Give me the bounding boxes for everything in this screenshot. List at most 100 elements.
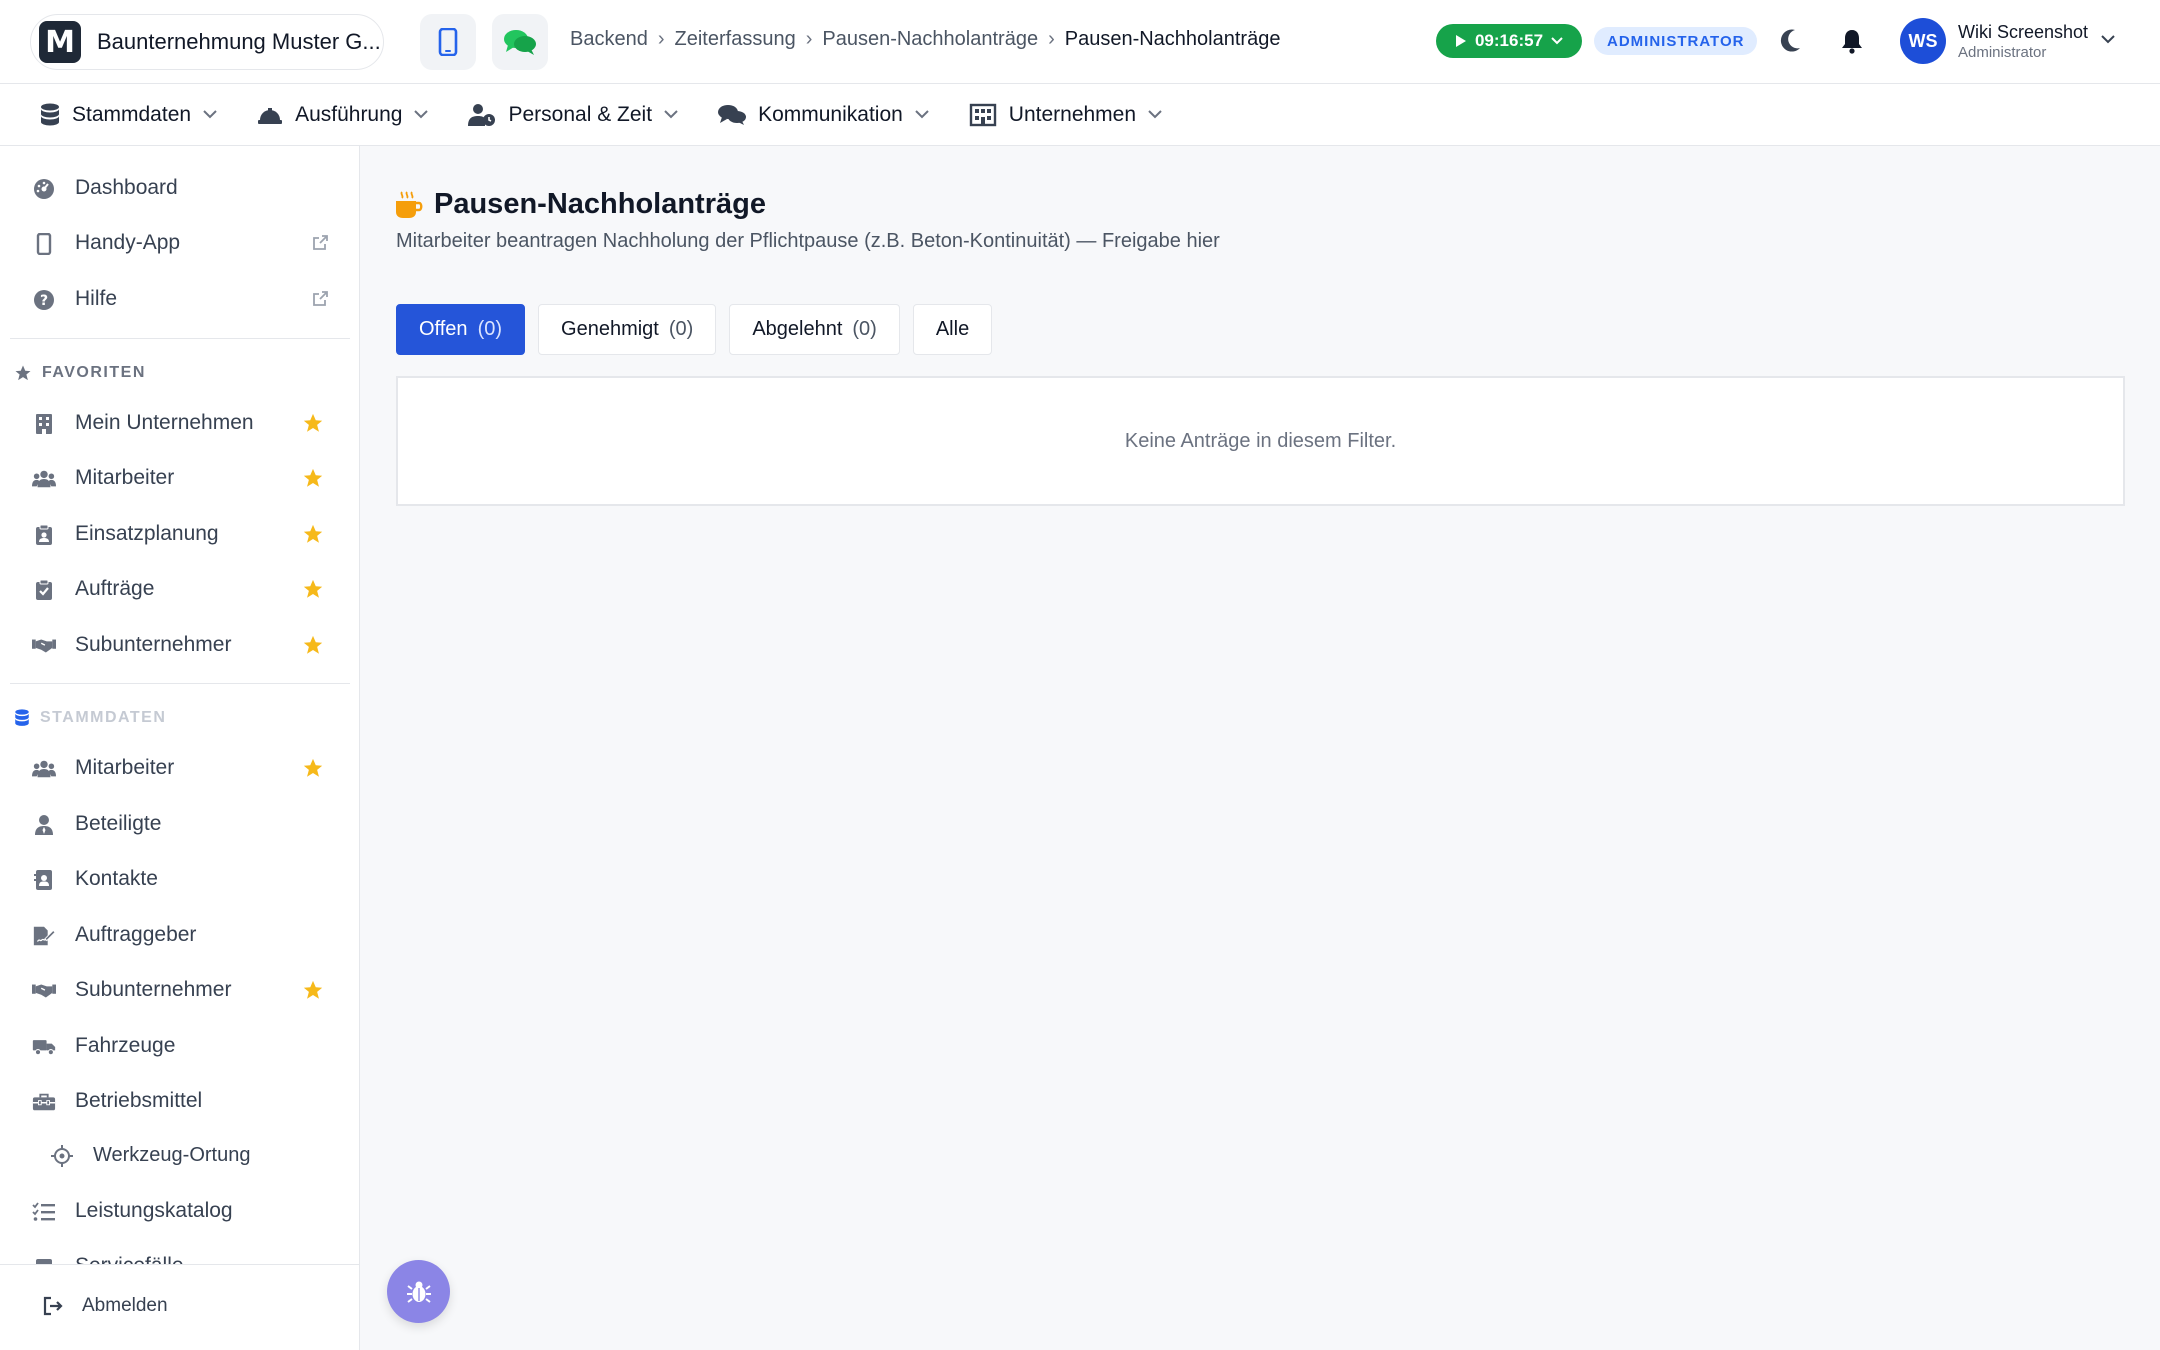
star-icon[interactable] (302, 523, 324, 545)
sidebar-item-mitarbeiter[interactable]: Mitarbeiter (0, 746, 359, 790)
sidebar-item-werkzeug-ortung[interactable]: Werkzeug-Ortung (0, 1133, 359, 1177)
clipboard-user-icon (36, 524, 52, 545)
sidebar-item-beteiligte[interactable]: Beteiligte (0, 802, 359, 846)
sidebar-item-subunternehmer[interactable]: Subunternehmer (0, 623, 359, 667)
chevron-down-icon (915, 110, 929, 119)
star-icon[interactable] (302, 634, 324, 656)
sidebar-item-label: Einsatzplanung (75, 522, 219, 545)
star-icon[interactable] (302, 412, 324, 434)
user-clock-icon (468, 103, 496, 126)
sidebar-item-subunternehmer[interactable]: Subunternehmer (0, 968, 359, 1012)
sidebar-item-label: Subunternehmer (75, 633, 232, 656)
sidebar-item-einsatzplanung[interactable]: Einsatzplanung (0, 512, 359, 556)
breadcrumb-item[interactable]: Backend (570, 28, 648, 51)
sidebar-item-mein-unternehmen[interactable]: Mein Unternehmen (0, 401, 359, 445)
sidebar-item-auftraggeber[interactable]: Auftraggeber (0, 913, 359, 957)
time-tracking-timer[interactable]: 09:16:57 (1436, 24, 1582, 58)
star-icon[interactable] (302, 757, 324, 779)
sidebar-item-label: Leistungskatalog (75, 1199, 233, 1222)
chevron-right-icon: › (805, 28, 813, 50)
star-icon[interactable] (302, 467, 324, 489)
nav-stammdaten[interactable]: Stammdaten (40, 103, 217, 127)
chevron-down-icon[interactable] (2100, 34, 2116, 44)
comments-icon (718, 104, 747, 125)
moon-icon[interactable] (1778, 26, 1804, 56)
logout-button[interactable]: Abmelden (42, 1295, 168, 1317)
chat-button[interactable] (492, 14, 548, 70)
star-icon (15, 365, 31, 381)
page-subtitle: Mitarbeiter beantragen Nachholung der Pf… (396, 230, 1220, 252)
handshake-icon (32, 984, 56, 998)
sidebar-item-betriebsmittel[interactable]: Betriebsmittel (0, 1079, 359, 1123)
tab-offen[interactable]: Offen (0) (396, 304, 526, 355)
nav-kommunikation[interactable]: Kommunikation (718, 103, 929, 127)
main-navigation: Stammdaten Ausführung Personal & Zeit Ko… (0, 84, 2160, 146)
page-title: Pausen-Nachholanträge (434, 188, 766, 220)
star-icon[interactable] (302, 979, 324, 1001)
company-name: Baunternehmung Muster G... (97, 29, 381, 54)
avatar[interactable]: WS (1900, 18, 1946, 64)
play-icon (1455, 35, 1466, 47)
toolbox-icon (32, 1093, 56, 1111)
nav-ausfuehrung[interactable]: Ausführung (257, 102, 429, 127)
sidebar-item-auftraege[interactable]: Aufträge (0, 567, 359, 611)
empty-state-message: Keine Anträge in diesem Filter. (1124, 429, 1397, 452)
tab-genehmigt[interactable]: Genehmigt (0) (538, 304, 717, 355)
tab-label: Offen (419, 318, 468, 340)
sidebar-item-kontakte[interactable]: Kontakte (0, 857, 359, 901)
breadcrumb-item[interactable]: Pausen-Nachholanträge (822, 28, 1038, 51)
sidebar-item-label: Fahrzeuge (75, 1034, 176, 1057)
tab-abgelehnt[interactable]: Abgelehnt (0) (729, 304, 900, 355)
sidebar-item-leistungskatalog[interactable]: Leistungskatalog (0, 1189, 359, 1233)
chevron-down-icon (1551, 37, 1563, 45)
sidebar-item-label: Dashboard (75, 176, 178, 199)
breadcrumb: Backend › Zeiterfassung › Pausen-Nachhol… (570, 28, 1280, 51)
logout-icon (43, 1296, 63, 1316)
tab-alle[interactable]: Alle (912, 304, 993, 355)
tab-label: Genehmigt (561, 318, 659, 340)
sidebar-item-label: Auftraggeber (75, 923, 197, 946)
bug-report-button[interactable] (387, 1260, 450, 1323)
building-icon (36, 414, 52, 434)
chevron-right-icon: › (657, 28, 665, 50)
users-icon (32, 760, 56, 778)
sidebar-item-fahrzeuge[interactable]: Fahrzeuge (0, 1024, 359, 1068)
mobile-app-button[interactable] (420, 14, 476, 70)
breadcrumb-item[interactable]: Zeiterfassung (675, 28, 796, 51)
company-switcher[interactable]: M Baunternehmung Muster G... (30, 14, 384, 70)
database-icon (41, 103, 59, 125)
section-title-stammdaten: STAMMDATEN (14, 709, 166, 727)
requests-list-empty: Keine Anträge in diesem Filter. (396, 376, 2125, 506)
sidebar-item-hilfe[interactable]: ? Hilfe (0, 277, 359, 321)
file-signature-icon (33, 926, 56, 946)
star-icon[interactable] (302, 578, 324, 600)
sidebar-item-mitarbeiter[interactable]: Mitarbeiter (0, 456, 359, 500)
sidebar-item-label: Mitarbeiter (75, 756, 175, 779)
sidebar-item-handy-app[interactable]: Handy-App (0, 221, 359, 265)
user-name[interactable]: Wiki Screenshot (1958, 22, 2088, 43)
sidebar-item-label: Mein Unternehmen (75, 411, 254, 434)
nav-label: Kommunikation (758, 102, 903, 126)
section-title-favorites: FAVORITEN (14, 364, 146, 382)
handshake-icon (32, 639, 56, 653)
sidebar-item-label: Betriebsmittel (75, 1089, 203, 1112)
breadcrumb-current: Pausen-Nachholanträge (1064, 28, 1281, 50)
chevron-down-icon (203, 110, 217, 119)
role-badge: ADMINISTRATOR (1594, 27, 1758, 55)
sidebar-item-label: Kontakte (75, 867, 158, 890)
bell-icon[interactable] (1840, 28, 1864, 54)
sidebar-footer: Abmelden (0, 1264, 359, 1350)
building-icon (969, 103, 996, 126)
tab-count: (0) (852, 318, 877, 340)
external-link-icon (313, 291, 328, 306)
nav-personal-zeit[interactable]: Personal & Zeit (468, 103, 678, 127)
nav-label: Stammdaten (72, 102, 192, 126)
bug-icon (406, 1281, 431, 1303)
sidebar-item-dashboard[interactable]: Dashboard (0, 166, 359, 210)
nav-label: Personal & Zeit (508, 102, 653, 126)
user-tie-icon (35, 815, 53, 835)
tab-count: (0) (477, 318, 503, 340)
help-circle-icon: ? (34, 290, 54, 310)
nav-unternehmen[interactable]: Unternehmen (969, 103, 1162, 127)
nav-label: Ausführung (295, 102, 403, 126)
